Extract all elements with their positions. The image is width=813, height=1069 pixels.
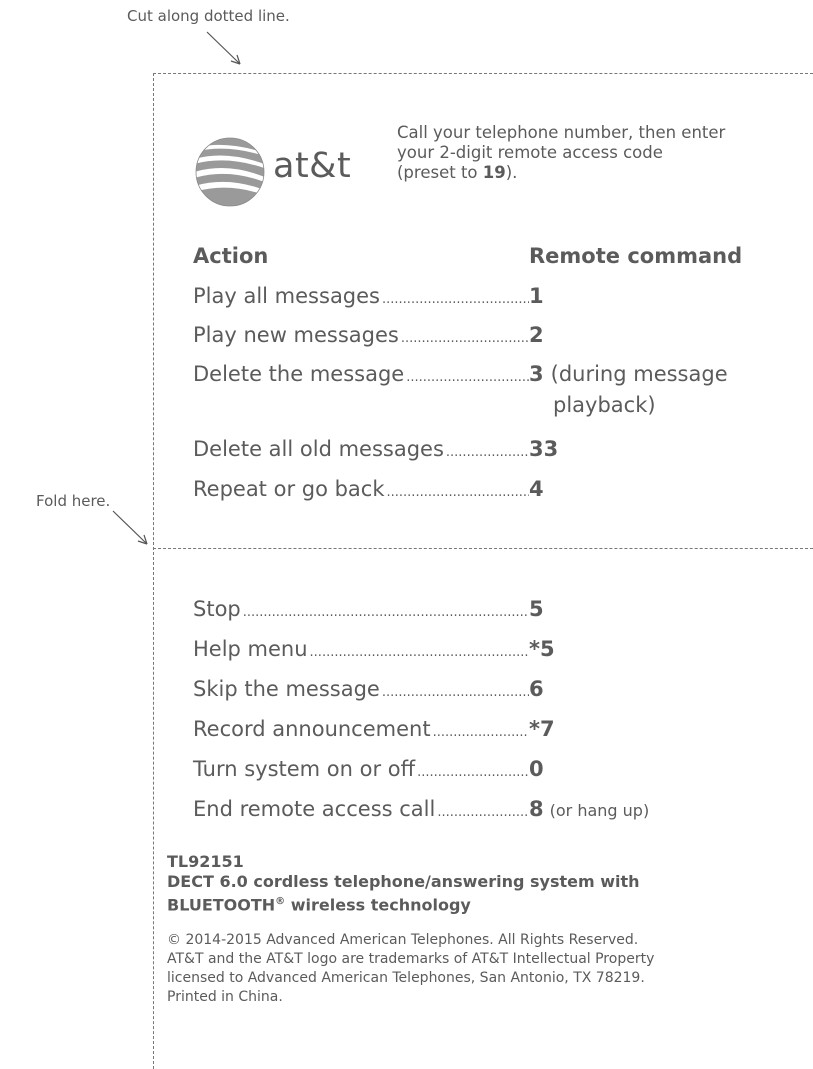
leader-dots: ........................................… [386,485,529,500]
registered-mark: ® [275,896,286,907]
leader-dots: ........................................… [400,331,529,346]
action-label: Record announcement [193,717,431,741]
header-action: Action [193,244,269,268]
table-row: Stop ...................................… [193,597,773,621]
fold-line [153,548,813,549]
action-label: Play all messages [193,284,381,308]
intro-text: Call your telephone number, then enter y… [397,123,797,183]
intro-line-1: Call your telephone number, then enter [397,123,726,142]
command-note: (or hang up) [549,801,650,820]
legal-line-4: Printed in China. [167,989,283,1005]
command-value: 33 [529,437,559,461]
legal-line-1: © 2014-2015 Advanced American Telephones… [167,932,639,948]
table-row: Play new messages ......................… [193,323,773,347]
action-label: Help menu [193,637,308,661]
cut-line-top [153,73,813,74]
action-label: End remote access call [193,797,436,821]
command-value: 4 [529,477,544,501]
leader-dots: ........................................… [382,292,529,307]
leader-dots: ........................................… [432,725,529,740]
cut-instruction: Cut along dotted line. [127,7,290,25]
action-label: Skip the message [193,677,380,701]
header-remote-command: Remote command [529,244,743,268]
command-note: (during message [550,362,728,386]
table-row: Delete all old messages ................… [193,437,773,461]
table-row: Record announcement ....................… [193,717,773,741]
table-row: Repeat or go back ......................… [193,477,773,501]
command-note-cont: playback) [553,393,656,417]
model-number: TL92151 [167,852,244,871]
action-label: Repeat or go back [193,477,385,501]
action-label: Play new messages [193,323,399,347]
leader-dots: ........................................… [406,370,529,385]
command-value: *5 [529,637,555,661]
product-desc-2-rest: wireless technology [285,895,471,915]
intro-line-2: your 2-digit remote access code [397,143,663,162]
legal-text: © 2014-2015 Advanced American Telephones… [167,931,797,1007]
action-label: Stop [193,597,241,621]
fold-instruction: Fold here. [36,492,111,510]
table-row: Play all messages ......................… [193,284,773,308]
product-desc-1: DECT 6.0 cordless telephone/answering sy… [167,872,640,891]
action-label: Turn system on or off [193,757,416,781]
legal-line-3: licensed to Advanced American Telephones… [167,970,645,986]
intro-line-3-post: ). [505,163,518,182]
att-logo-text: at&t [273,146,352,186]
cut-line-left [153,73,154,1069]
leader-dots: ........................................… [381,685,529,700]
command-value: *7 [529,717,555,741]
command-value: 1 [529,284,544,308]
leader-dots: ........................................… [445,445,529,460]
leader-dots: ........................................… [242,605,529,620]
table-row: Skip the message .......................… [193,677,773,701]
command-value: 3 [529,362,544,386]
command-value: 6 [529,677,544,701]
table-row: Help menu ..............................… [193,637,773,661]
globe-icon [195,137,265,207]
action-label: Delete the message [193,362,405,386]
bluetooth-text: BLUETOOTH [167,895,276,915]
leader-dots: ........................................… [437,805,529,820]
access-code: 19 [482,163,506,182]
product-desc-2: BLUETOOTH® wireless technology [167,892,787,915]
table-row: End remote access call .................… [193,797,773,821]
command-value: 5 [529,597,544,621]
command-value: 2 [529,323,544,347]
intro-line-3-pre: (preset to [397,163,483,182]
fold-arrow-icon [112,510,148,545]
table-row: Delete the message .....................… [193,362,773,386]
cut-arrow-icon [206,31,241,65]
action-label: Delete all old messages [193,437,444,461]
legal-line-2: AT&T and the AT&T logo are trademarks of… [167,951,655,967]
command-value: 0 [529,757,544,781]
product-info: TL92151 DECT 6.0 cordless telephone/answ… [167,852,787,915]
table-row: Turn system on or off ..................… [193,757,773,781]
intro-line-3: (preset to 19). [397,163,797,183]
leader-dots: ........................................… [309,645,529,660]
leader-dots: ........................................… [417,765,529,780]
command-value: 8 [529,797,544,821]
